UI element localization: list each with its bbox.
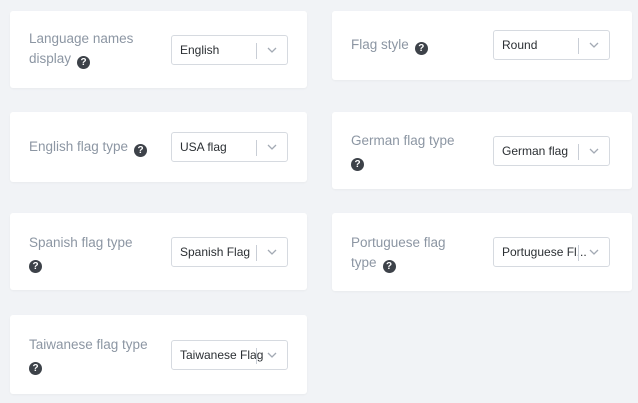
setting-card-german-flag-type: German flag type ? German flag [332,112,632,189]
chevron-down-icon[interactable] [587,245,601,259]
setting-card-portuguese-flag-type: Portuguese flag type? Portuguese Fl... [332,213,632,291]
setting-label-text: Portuguese flag type [351,235,446,270]
setting-label: Language names display? [29,29,144,69]
language-names-display-select[interactable]: English [171,35,288,65]
setting-card-flag-style: Flag style? Round [332,11,632,80]
select-value: Spanish Flag [180,245,251,259]
select-divider [578,38,579,54]
setting-label: Portuguese flag type? [351,233,459,273]
german-flag-type-select[interactable]: German flag [493,136,610,166]
question-circle-icon[interactable]: ? [414,42,428,55]
flag-style-select[interactable]: Round [493,30,610,60]
setting-label: Flag style? [351,35,428,55]
chevron-down-icon[interactable] [265,43,279,57]
select-divider [256,245,257,261]
setting-label-text: Taiwanese flag type [29,337,148,352]
setting-label-text: German flag type [351,133,455,148]
select-divider [256,43,257,59]
question-circle-icon[interactable]: ? [77,56,91,69]
select-divider [578,144,579,160]
setting-label: Taiwanese flag type ? [29,335,148,375]
select-divider [256,140,257,156]
setting-label-text: Flag style [351,37,409,52]
setting-card-taiwanese-flag-type: Taiwanese flag type ? Taiwanese Flag [10,315,307,394]
select-divider [578,245,579,261]
portuguese-flag-type-select[interactable]: Portuguese Fl... [493,237,610,267]
setting-label: English flag type? [29,137,148,157]
english-flag-type-select[interactable]: USA flag [171,132,288,162]
select-value: USA flag [180,140,227,154]
select-value: English [180,43,220,57]
question-circle-icon[interactable]: ? [29,260,42,273]
select-value: Round [502,38,538,52]
select-value: Portuguese Fl... [502,245,587,259]
chevron-down-icon[interactable] [587,144,601,158]
question-circle-icon[interactable]: ? [351,158,364,171]
chevron-down-icon[interactable] [265,348,279,362]
select-divider [256,348,257,364]
setting-label-text: English flag type [29,139,129,154]
select-value: German flag [502,144,569,158]
setting-label-text: Spanish flag type [29,235,133,250]
setting-card-english-flag-type: English flag type? USA flag [10,112,307,182]
setting-label: Spanish flag type ? [29,233,133,273]
spanish-flag-type-select[interactable]: Spanish Flag [171,237,288,267]
chevron-down-icon[interactable] [265,140,279,154]
setting-card-language-names-display: Language names display? English [10,11,307,88]
question-circle-icon[interactable]: ? [382,260,396,273]
select-value: Taiwanese Flag [180,348,264,362]
question-circle-icon[interactable]: ? [29,362,42,375]
setting-label: German flag type ? [351,131,455,171]
chevron-down-icon[interactable] [265,245,279,259]
taiwanese-flag-type-select[interactable]: Taiwanese Flag [171,340,288,370]
question-circle-icon[interactable]: ? [134,144,148,157]
setting-card-spanish-flag-type: Spanish flag type ? Spanish Flag [10,213,307,290]
chevron-down-icon[interactable] [587,38,601,52]
